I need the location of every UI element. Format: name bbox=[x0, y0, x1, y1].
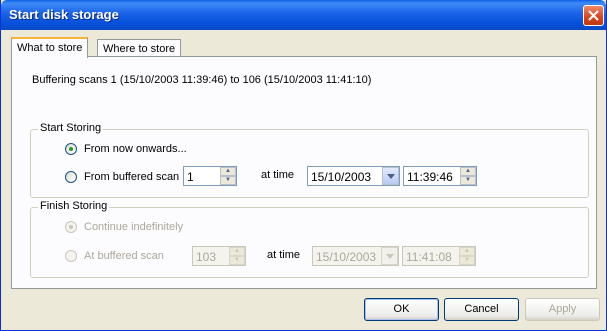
chevron-down-icon bbox=[381, 247, 398, 265]
tab-label: What to store bbox=[17, 42, 83, 54]
finish-time-spinner: ▲ ▼ bbox=[459, 247, 475, 265]
finish-date-dropdown: 15/10/2003 bbox=[312, 246, 399, 266]
continue-indefinitely-label: Continue indefinitely bbox=[84, 221, 184, 233]
start-time-spinner[interactable]: ▲ ▼ bbox=[460, 167, 476, 185]
finish-time-stepper: 11:41:08 ▲ ▼ bbox=[402, 246, 476, 266]
finish-time-value: 11:41:08 bbox=[406, 250, 452, 264]
at-buffered-label: At buffered scan bbox=[84, 250, 164, 262]
window-title: Start disk storage bbox=[9, 7, 119, 22]
finish-at-time-label: at time bbox=[267, 249, 301, 261]
finish-scan-value: 103 bbox=[196, 250, 217, 264]
finish-storing-legend: Finish Storing bbox=[38, 200, 110, 212]
start-scan-spinner[interactable]: ▲ ▼ bbox=[220, 167, 236, 185]
apply-button: Apply bbox=[525, 298, 600, 321]
title-bar[interactable]: Start disk storage bbox=[1, 0, 606, 30]
start-scan-value: 1 bbox=[187, 170, 194, 184]
spin-up-icon[interactable]: ▲ bbox=[460, 167, 476, 176]
buffering-info: Buffering scans 1 (15/10/2003 11:39:46) … bbox=[32, 74, 372, 86]
finish-storing-group bbox=[30, 207, 589, 278]
start-time-stepper[interactable]: 11:39:46 ▲ ▼ bbox=[403, 166, 477, 186]
tab-label: Where to store bbox=[103, 43, 176, 55]
finish-scan-stepper: 103 ▲ ▼ bbox=[192, 246, 246, 266]
from-now-radio[interactable] bbox=[65, 143, 77, 155]
finish-scan-spinner: ▲ ▼ bbox=[229, 247, 245, 265]
close-icon bbox=[588, 10, 599, 21]
tab-what-to-store[interactable]: What to store bbox=[11, 37, 89, 58]
close-button[interactable] bbox=[583, 5, 604, 26]
spin-down-icon: ▼ bbox=[459, 256, 475, 265]
start-scan-stepper[interactable]: 1 ▲ ▼ bbox=[183, 166, 237, 186]
start-storing-group bbox=[30, 129, 589, 198]
from-now-label: From now onwards... bbox=[84, 143, 187, 155]
spin-down-icon[interactable]: ▼ bbox=[220, 176, 236, 185]
start-time-value: 11:39:46 bbox=[407, 170, 453, 184]
from-buffered-label: From buffered scan bbox=[84, 171, 180, 183]
cancel-button[interactable]: Cancel bbox=[444, 298, 519, 321]
spin-down-icon: ▼ bbox=[229, 256, 245, 265]
spin-up-icon: ▲ bbox=[459, 247, 475, 256]
dialog-window: Start disk storage What to store Where t… bbox=[0, 0, 607, 331]
start-date-value: 15/10/2003 bbox=[311, 170, 372, 184]
from-buffered-radio[interactable] bbox=[65, 171, 77, 183]
tab-panel: Buffering scans 1 (15/10/2003 11:39:46) … bbox=[11, 56, 597, 289]
continue-indefinitely-radio bbox=[65, 221, 77, 233]
start-date-dropdown[interactable]: 15/10/2003 bbox=[307, 166, 400, 186]
spin-up-icon[interactable]: ▲ bbox=[220, 167, 236, 176]
at-buffered-radio bbox=[65, 250, 77, 262]
spin-down-icon[interactable]: ▼ bbox=[460, 176, 476, 185]
start-at-time-label: at time bbox=[261, 169, 295, 181]
finish-date-value: 15/10/2003 bbox=[316, 250, 377, 264]
spin-up-icon: ▲ bbox=[229, 247, 245, 256]
ok-button[interactable]: OK bbox=[364, 298, 439, 321]
start-storing-legend: Start Storing bbox=[38, 122, 104, 134]
chevron-down-icon[interactable] bbox=[382, 167, 399, 185]
